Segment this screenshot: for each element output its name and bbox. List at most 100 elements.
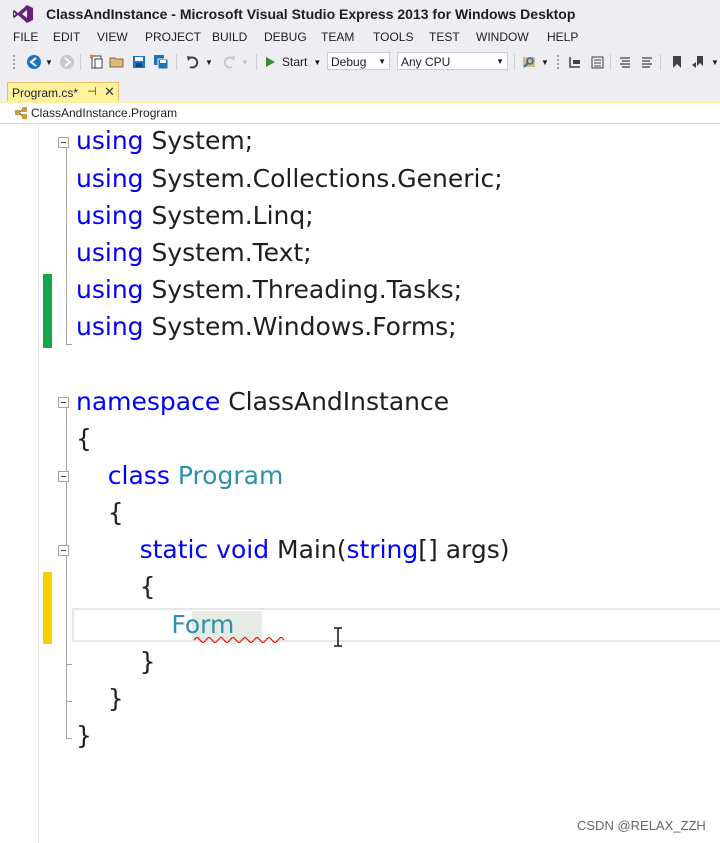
collapse-class-icon[interactable] <box>58 471 69 482</box>
comment-lines-icon[interactable] <box>616 53 634 71</box>
find-in-files-icon[interactable] <box>520 53 538 71</box>
visual-studio-logo-icon <box>13 5 33 23</box>
solution-platform-select[interactable]: Any CPU ▼ <box>397 52 508 70</box>
close-icon[interactable]: ✕ <box>104 84 115 100</box>
code-line[interactable]: using System.Windows.Forms; <box>76 312 457 342</box>
redo-dropdown-icon[interactable]: ▼ <box>240 53 250 71</box>
save-all-icon[interactable] <box>152 53 170 71</box>
code-line[interactable]: class Program <box>76 461 284 491</box>
toolbar-separator <box>514 54 515 70</box>
code-token: [] args) <box>418 535 510 564</box>
text-cursor-icon <box>334 627 342 647</box>
code-line[interactable]: using System; <box>76 126 253 156</box>
code-line[interactable]: { <box>76 424 92 454</box>
tab-program-cs[interactable]: Program.cs* ⊣ ✕ <box>7 82 119 102</box>
keyword-token: string <box>346 535 419 564</box>
properties-icon[interactable] <box>588 53 606 71</box>
standard-toolbar: ▼ ▼ ▼ Start ▼ Debug ▼ Any CPU ▼ ▼ ▼ <box>0 48 720 77</box>
keyword-token: namespace <box>76 387 221 416</box>
code-line[interactable]: using System.Linq; <box>76 201 314 231</box>
menu-tools[interactable]: TOOLS <box>373 30 413 44</box>
toolbar-grip[interactable] <box>556 54 560 70</box>
tab-label: Program.cs* <box>12 86 79 100</box>
code-token: System.Collections.Generic; <box>143 164 503 193</box>
menu-build[interactable]: BUILD <box>212 30 247 44</box>
undo-icon[interactable] <box>184 53 202 71</box>
start-debugging-button[interactable]: Start ▼ <box>264 53 326 71</box>
collapse-method-icon[interactable] <box>58 545 69 556</box>
keyword-token: class <box>107 461 170 490</box>
keyword-token: using <box>76 238 144 267</box>
collapse-namespace-icon[interactable] <box>58 397 69 408</box>
keyword-token: void <box>216 535 270 564</box>
chevron-down-icon: ▼ <box>378 57 386 66</box>
types-dropdown[interactable]: ClassAndInstance.Program <box>31 106 177 120</box>
toolbar-overflow-icon[interactable]: ▼ <box>710 53 720 71</box>
menu-edit[interactable]: EDIT <box>53 30 80 44</box>
outline-end <box>66 344 72 345</box>
code-line[interactable]: { <box>76 572 156 602</box>
open-file-icon[interactable] <box>108 53 126 71</box>
menu-help[interactable]: HELP <box>547 30 578 44</box>
code-line[interactable]: using System.Collections.Generic; <box>76 164 503 194</box>
bookmark-icon[interactable] <box>668 53 686 71</box>
unsaved-change-marker <box>43 572 52 644</box>
code-editor[interactable]: using System; using System.Collections.Ge… <box>0 124 720 843</box>
type-token: Program <box>177 461 284 490</box>
menu-test[interactable]: TEST <box>429 30 460 44</box>
navigate-back-icon[interactable] <box>24 53 44 71</box>
code-line[interactable]: Form <box>76 610 234 640</box>
navigate-forward-icon[interactable] <box>58 53 76 71</box>
previous-bookmark-icon[interactable] <box>690 53 708 71</box>
toolbar-separator <box>80 54 81 70</box>
keyword-token: using <box>76 275 144 304</box>
redo-icon[interactable] <box>220 53 238 71</box>
chevron-down-icon: ▼ <box>496 57 504 66</box>
code-token: System; <box>143 126 254 155</box>
toolbar-grip[interactable] <box>12 54 16 70</box>
outline-end <box>66 701 72 702</box>
window-title: ClassAndInstance - Microsoft Visual Stud… <box>46 6 576 22</box>
find-dropdown-icon[interactable]: ▼ <box>540 53 550 71</box>
menu-project[interactable]: PROJECT <box>145 30 201 44</box>
indicator-margin[interactable] <box>0 124 39 843</box>
navigation-bar[interactable]: ClassAndInstance.Program <box>0 103 720 124</box>
code-line[interactable]: } <box>76 647 156 677</box>
menu-view[interactable]: VIEW <box>97 30 128 44</box>
code-token: } <box>76 721 92 750</box>
toolbar-separator <box>610 54 611 70</box>
save-icon[interactable] <box>130 53 148 71</box>
code-line[interactable]: using System.Text; <box>76 238 312 268</box>
menu-window[interactable]: WINDOW <box>476 30 529 44</box>
new-project-icon[interactable] <box>88 53 106 71</box>
solution-configuration-select[interactable]: Debug ▼ <box>327 52 390 70</box>
code-line[interactable]: using System.Threading.Tasks; <box>76 275 462 305</box>
outline-line <box>66 408 67 738</box>
code-line[interactable]: { <box>76 498 124 528</box>
uncomment-lines-icon[interactable] <box>638 53 656 71</box>
code-token: System.Text; <box>143 238 312 267</box>
undo-dropdown-icon[interactable]: ▼ <box>204 53 214 71</box>
step-into-icon[interactable] <box>566 53 584 71</box>
keyword-token: using <box>76 201 144 230</box>
menu-team[interactable]: TEAM <box>321 30 354 44</box>
code-line[interactable]: } <box>76 721 92 751</box>
back-dropdown-icon[interactable]: ▼ <box>44 53 54 71</box>
saved-change-marker <box>43 274 52 348</box>
code-line[interactable]: static void Main(string[] args) <box>76 535 510 565</box>
collapse-using-block-icon[interactable] <box>58 137 69 148</box>
start-label: Start <box>282 55 308 69</box>
menu-debug[interactable]: DEBUG <box>264 30 307 44</box>
configuration-value: Debug <box>331 55 367 69</box>
code-token: System.Windows.Forms; <box>143 312 457 341</box>
code-line[interactable]: } <box>76 684 124 714</box>
toolbar-separator <box>256 54 257 70</box>
code-line[interactable]: namespace ClassAndInstance <box>76 387 449 417</box>
start-dropdown-icon: ▼ <box>313 57 322 67</box>
pin-icon[interactable]: ⊣ <box>87 85 97 98</box>
menu-file[interactable]: FILE <box>13 30 38 44</box>
